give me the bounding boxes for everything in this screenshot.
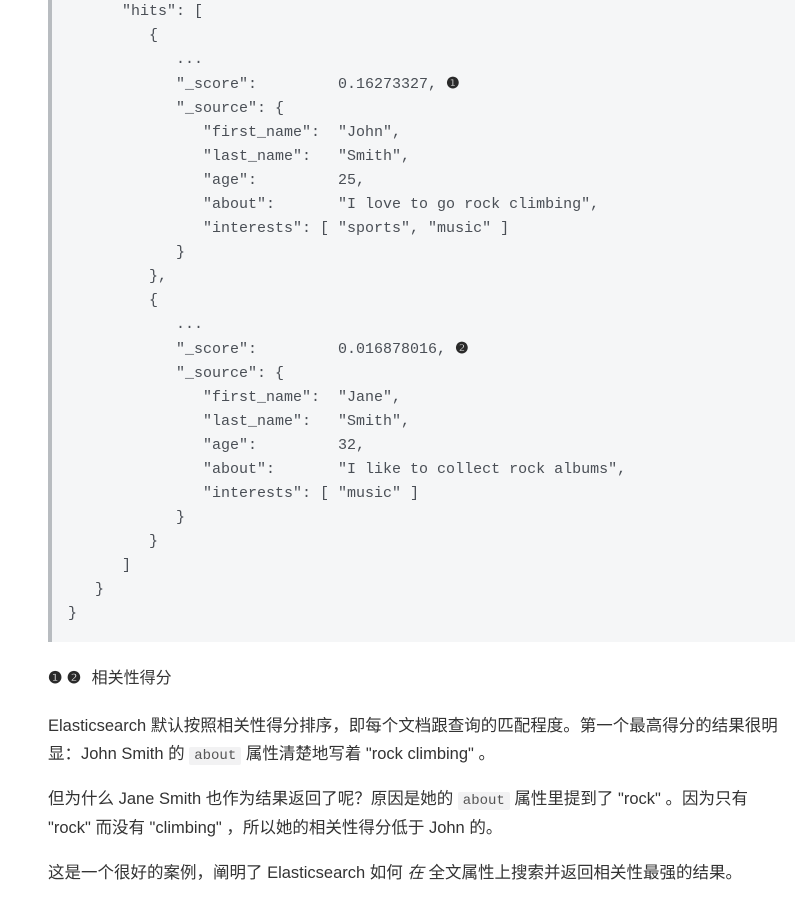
- code-line: "interests": [ "music" ]: [68, 485, 419, 502]
- code-line: }: [68, 509, 185, 526]
- note-line: ❶ ❷ 相关性得分: [48, 666, 795, 692]
- callout-icon-2: ❷: [455, 337, 468, 361]
- code-line: }: [68, 581, 104, 598]
- code-line: ...: [68, 51, 203, 68]
- paragraph-2: 但为什么 Jane Smith 也作为结果返回了呢？原因是她的 about 属性…: [0, 785, 795, 843]
- inline-code-about: about: [458, 792, 510, 810]
- code-block: "hits": [ { ... "_score": 0.16273327, ❶ …: [48, 0, 795, 642]
- code-line: "first_name": "Jane",: [68, 389, 401, 406]
- code-line: }: [68, 605, 77, 622]
- code-line: },: [68, 268, 167, 285]
- code-line: }: [68, 244, 185, 261]
- code-line: {: [68, 27, 158, 44]
- callout-icon-1: ❶: [446, 72, 459, 96]
- code-line: "_source": {: [68, 365, 284, 382]
- callout-notes: ❶ ❷ 相关性得分: [0, 642, 795, 692]
- inline-code-about: about: [189, 747, 241, 765]
- code-line: "last_name": "Smith",: [68, 413, 410, 430]
- note-callout-icons: ❶ ❷: [48, 670, 81, 687]
- note-text: 相关性得分: [87, 670, 171, 687]
- text: 全文属性上搜索并返回相关性最强的结果。: [424, 864, 742, 882]
- paragraph-3: 这是一个很好的案例，阐明了 Elasticsearch 如何 在 全文属性上搜索…: [0, 859, 795, 888]
- text: 这是一个很好的案例，阐明了 Elasticsearch 如何: [48, 864, 407, 882]
- code-line: "_score": 0.016878016,: [68, 341, 455, 358]
- code-line: "about": "I like to collect rock albums"…: [68, 461, 626, 478]
- code-line: "_score": 0.16273327,: [68, 76, 446, 93]
- code-line: "age": 25,: [68, 172, 365, 189]
- code-line: "age": 32,: [68, 437, 365, 454]
- code-line: }: [68, 533, 158, 550]
- code-line: ]: [68, 557, 131, 574]
- code-line: {: [68, 292, 158, 309]
- paragraph-1: Elasticsearch 默认按照相关性得分排序，即每个文档跟查询的匹配程度。…: [0, 712, 795, 770]
- code-line: "last_name": "Smith",: [68, 148, 410, 165]
- code-line: "first_name": "John",: [68, 124, 401, 141]
- code-line: ...: [68, 316, 203, 333]
- text: 属性清楚地写着 "rock climbing" 。: [241, 745, 495, 763]
- italic-text: 在: [407, 864, 424, 882]
- code-line: "hits": [: [68, 3, 203, 20]
- code-content: "hits": [ { ... "_score": 0.16273327, ❶ …: [52, 0, 795, 626]
- code-line: "about": "I love to go rock climbing",: [68, 196, 599, 213]
- text: 但为什么 Jane Smith 也作为结果返回了呢？原因是她的: [48, 790, 458, 808]
- code-line: "_source": {: [68, 100, 284, 117]
- code-line: "interests": [ "sports", "music" ]: [68, 220, 509, 237]
